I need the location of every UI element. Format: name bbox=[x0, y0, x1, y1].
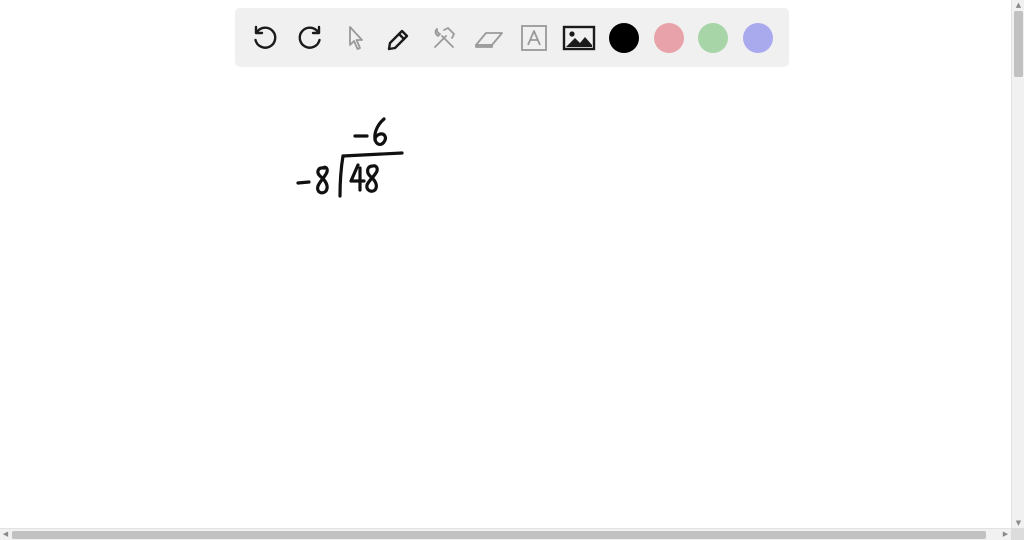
scroll-right-arrow-icon[interactable]: ▶ bbox=[1000, 529, 1011, 540]
horizontal-scroll-thumb[interactable] bbox=[12, 531, 986, 539]
dividend-strokes bbox=[349, 163, 379, 193]
eraser-icon bbox=[475, 32, 503, 48]
scroll-left-arrow-icon[interactable]: ◀ bbox=[0, 529, 11, 540]
divisor-strokes bbox=[296, 165, 329, 195]
color-swatch-lavender[interactable] bbox=[743, 23, 773, 53]
text-button[interactable] bbox=[517, 21, 551, 55]
redo-button[interactable] bbox=[293, 21, 327, 55]
quotient-strokes bbox=[353, 117, 387, 146]
drawing-toolbar bbox=[235, 8, 789, 67]
image-button[interactable] bbox=[562, 21, 596, 55]
vertical-scrollbar[interactable]: ▲ ▼ bbox=[1011, 0, 1024, 528]
whiteboard-page: ▲ ▼ ◀ ▶ bbox=[0, 0, 1024, 540]
color-swatch-pink[interactable] bbox=[654, 23, 684, 53]
pen-icon bbox=[387, 29, 409, 51]
eraser-button[interactable] bbox=[472, 21, 506, 55]
color-swatch-green[interactable] bbox=[698, 23, 728, 53]
division-bracket-stroke bbox=[338, 154, 345, 198]
scroll-up-arrow-icon[interactable]: ▲ bbox=[1012, 0, 1024, 10]
redo-icon bbox=[298, 25, 321, 49]
vertical-scroll-thumb[interactable] bbox=[1014, 11, 1023, 77]
pointer-icon bbox=[349, 26, 363, 50]
text-box-icon bbox=[521, 25, 547, 51]
image-icon bbox=[562, 25, 596, 51]
select-button[interactable] bbox=[338, 21, 372, 55]
color-swatch-black[interactable] bbox=[609, 23, 639, 53]
division-bar-stroke bbox=[341, 151, 404, 158]
tools-button[interactable] bbox=[427, 21, 461, 55]
pen-button[interactable] bbox=[382, 21, 416, 55]
scrollbar-corner bbox=[1011, 528, 1024, 540]
drawing-canvas[interactable] bbox=[0, 0, 1011, 528]
undo-button[interactable] bbox=[248, 21, 282, 55]
scroll-down-arrow-icon[interactable]: ▼ bbox=[1012, 518, 1024, 528]
wrench-hammer-icon bbox=[434, 27, 455, 48]
horizontal-scrollbar[interactable]: ◀ ▶ bbox=[0, 528, 1011, 540]
undo-icon bbox=[254, 25, 277, 49]
handwritten-long-division bbox=[296, 117, 404, 198]
